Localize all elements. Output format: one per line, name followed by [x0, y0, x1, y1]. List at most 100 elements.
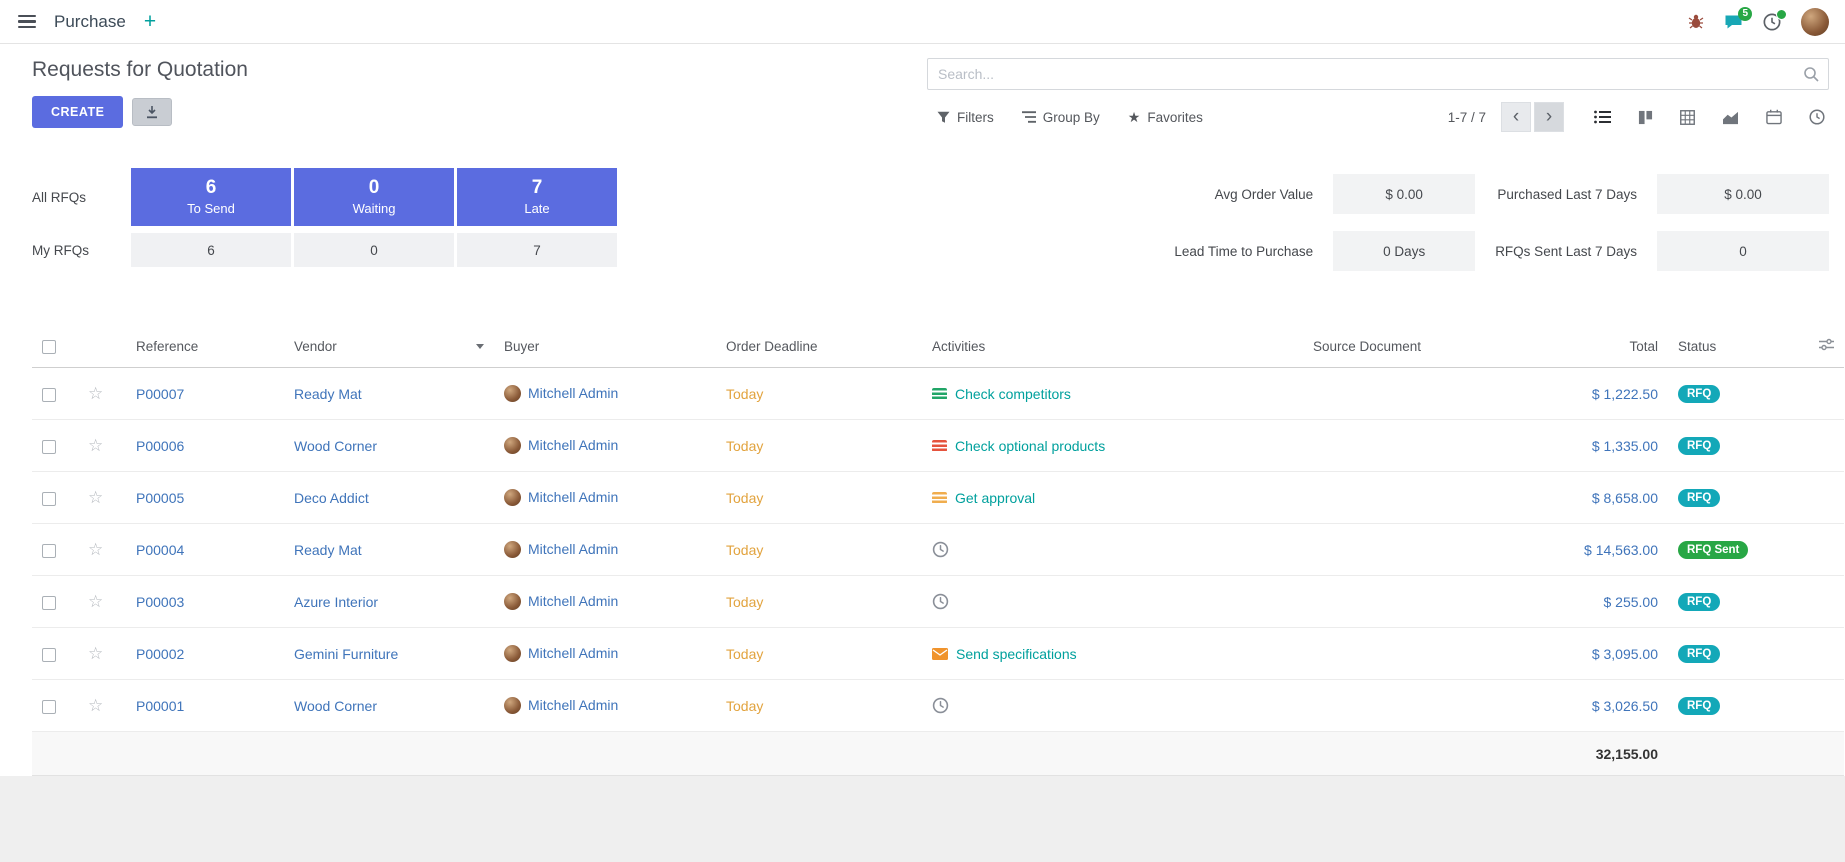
table-row[interactable]: ☆ P00002 Gemini Furniture Mitchell Admin… [32, 628, 1844, 680]
filters-button[interactable]: Filters [937, 110, 994, 125]
view-kanban-button[interactable] [1638, 110, 1653, 125]
reference-link[interactable]: P00005 [136, 490, 184, 506]
reference-link[interactable]: P00007 [136, 386, 184, 402]
activity-clock-icon[interactable] [932, 593, 949, 610]
view-graph-button[interactable] [1722, 110, 1739, 125]
header-vendor[interactable]: Vendor [284, 325, 494, 368]
view-list-button[interactable] [1594, 110, 1611, 124]
messages-icon[interactable]: 5 [1724, 14, 1743, 30]
my-tile-to-send[interactable]: 6 [131, 233, 291, 267]
buyer-link[interactable]: Mitchell Admin [528, 489, 618, 505]
favorite-star-icon[interactable]: ☆ [88, 384, 103, 403]
favorites-button[interactable]: ★ Favorites [1128, 109, 1203, 126]
buyer-link[interactable]: Mitchell Admin [528, 385, 618, 401]
activity-todo-icon[interactable] [932, 440, 947, 452]
buyer-link[interactable]: Mitchell Admin [528, 697, 618, 713]
reference-link[interactable]: P00001 [136, 698, 184, 714]
tile-late[interactable]: 7 Late [457, 168, 617, 226]
vendor-link[interactable]: Ready Mat [294, 386, 362, 402]
group-by-button[interactable]: Group By [1022, 110, 1100, 125]
header-source-document[interactable]: Source Document [1252, 325, 1482, 368]
vendor-link[interactable]: Wood Corner [294, 698, 377, 714]
header-activities[interactable]: Activities [922, 325, 1252, 368]
header-order-deadline[interactable]: Order Deadline [716, 325, 922, 368]
buyer-avatar [504, 645, 521, 662]
search-input[interactable] [928, 66, 1803, 82]
activity-clock-icon[interactable] [932, 541, 949, 558]
buyer-link[interactable]: Mitchell Admin [528, 645, 618, 661]
activity-link[interactable]: Get approval [955, 490, 1035, 506]
favorite-star-icon[interactable]: ☆ [88, 644, 103, 663]
reference-link[interactable]: P00002 [136, 646, 184, 662]
search-icon[interactable] [1803, 66, 1828, 82]
table-row[interactable]: ☆ P00006 Wood Corner Mitchell Admin Toda… [32, 420, 1844, 472]
reference-link[interactable]: P00004 [136, 542, 184, 558]
header-buyer[interactable]: Buyer [494, 325, 716, 368]
pager-range[interactable]: 1-7 / 7 [1448, 110, 1486, 125]
vendor-link[interactable]: Ready Mat [294, 542, 362, 558]
favorite-star-icon[interactable]: ☆ [88, 436, 103, 455]
activities-clock-icon[interactable] [1763, 13, 1781, 31]
buyer-link[interactable]: Mitchell Admin [528, 437, 618, 453]
header-total[interactable]: Total [1482, 325, 1668, 368]
debug-bug-icon[interactable] [1688, 14, 1704, 29]
favorite-star-icon[interactable]: ☆ [88, 696, 103, 715]
export-button[interactable] [132, 98, 172, 126]
table-row[interactable]: ☆ P00003 Azure Interior Mitchell Admin T… [32, 576, 1844, 628]
view-calendar-button[interactable] [1766, 109, 1782, 125]
status-badge: RFQ [1678, 697, 1720, 715]
vendor-link[interactable]: Azure Interior [294, 594, 378, 610]
favorite-star-icon[interactable]: ☆ [88, 488, 103, 507]
view-activity-button[interactable] [1809, 109, 1825, 125]
apps-menu-icon[interactable] [16, 11, 38, 33]
my-tile-late[interactable]: 7 [457, 233, 617, 267]
pager-previous-button[interactable]: ‹ [1501, 102, 1531, 132]
row-checkbox[interactable] [42, 388, 56, 402]
favorite-star-icon[interactable]: ☆ [88, 540, 103, 559]
header-status[interactable]: Status [1668, 325, 1794, 368]
table-row[interactable]: ☆ P00001 Wood Corner Mitchell Admin Toda… [32, 680, 1844, 732]
new-tab-plus-icon[interactable]: + [142, 11, 158, 32]
activity-todo-icon[interactable] [932, 388, 947, 400]
activity-link[interactable]: Check optional products [955, 438, 1105, 454]
row-checkbox[interactable] [42, 544, 56, 558]
status-badge: RFQ [1678, 593, 1720, 611]
activity-email-icon[interactable] [932, 648, 948, 660]
pager-next-button[interactable]: › [1534, 102, 1564, 132]
page-title: Requests for Quotation [32, 58, 248, 82]
row-checkbox[interactable] [42, 440, 56, 454]
reference-link[interactable]: P00006 [136, 438, 184, 454]
buyer-link[interactable]: Mitchell Admin [528, 541, 618, 557]
user-avatar[interactable] [1801, 8, 1829, 36]
activity-link[interactable]: Send specifications [956, 646, 1077, 662]
view-pivot-button[interactable] [1680, 110, 1695, 125]
kpi-value: $ 0.00 [1333, 174, 1475, 214]
reference-link[interactable]: P00003 [136, 594, 184, 610]
activity-link[interactable]: Check competitors [955, 386, 1071, 402]
create-button[interactable]: CREATE [32, 96, 123, 128]
my-rfqs-label: My RFQs [32, 243, 128, 258]
activity-todo-icon[interactable] [932, 492, 947, 504]
my-tile-waiting[interactable]: 0 [294, 233, 454, 267]
buyer-link[interactable]: Mitchell Admin [528, 593, 618, 609]
table-row[interactable]: ☆ P00004 Ready Mat Mitchell Admin Today … [32, 524, 1844, 576]
favorite-star-icon[interactable]: ☆ [88, 592, 103, 611]
activity-clock-icon[interactable] [932, 697, 949, 714]
vendor-link[interactable]: Deco Addict [294, 490, 369, 506]
table-row[interactable]: ☆ P00007 Ready Mat Mitchell Admin Today … [32, 368, 1844, 420]
app-title[interactable]: Purchase [54, 12, 126, 32]
select-all-checkbox[interactable] [42, 340, 56, 354]
tile-waiting[interactable]: 0 Waiting [294, 168, 454, 226]
row-checkbox[interactable] [42, 700, 56, 714]
row-checkbox[interactable] [42, 648, 56, 662]
tile-to-send[interactable]: 6 To Send [131, 168, 291, 226]
optional-columns-icon[interactable] [1819, 339, 1834, 354]
all-rfqs-label: All RFQs [32, 190, 128, 205]
graph-view-icon [1722, 110, 1739, 125]
vendor-link[interactable]: Gemini Furniture [294, 646, 398, 662]
header-reference[interactable]: Reference [126, 325, 284, 368]
row-checkbox[interactable] [42, 596, 56, 610]
table-row[interactable]: ☆ P00005 Deco Addict Mitchell Admin Toda… [32, 472, 1844, 524]
row-checkbox[interactable] [42, 492, 56, 506]
vendor-link[interactable]: Wood Corner [294, 438, 377, 454]
